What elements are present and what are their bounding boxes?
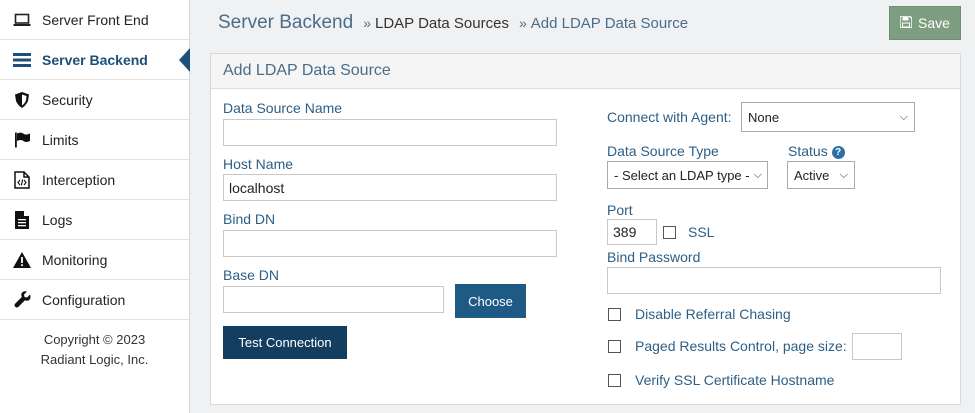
choose-button[interactable]: Choose [455,284,526,318]
base-dn-input[interactable] [223,286,444,313]
sidebar-item-label: Server Front End [42,11,149,28]
save-button[interactable]: Save [889,6,961,40]
sidebar-item-security[interactable]: Security [0,80,189,120]
data-source-type-value: - Select an LDAP type - [614,167,750,183]
wrench-icon [12,290,32,310]
breadcrumb: Server Backend » LDAP Data Sources » Add… [218,12,688,34]
base-dn-label: Base DN [223,267,280,283]
copyright-line: Copyright © 2023 [43,332,146,347]
laptop-icon [12,10,32,30]
status-label-text: Status [788,143,828,159]
paged-results-label: Paged Results Control, page size: [635,338,847,354]
sidebar-item-server-backend[interactable]: Server Backend [0,40,190,80]
floppy-disk-icon [899,15,913,31]
shield-icon [12,90,32,110]
bind-dn-input[interactable] [223,230,557,257]
help-icon[interactable]: ? [831,145,845,159]
sidebar-item-monitoring[interactable]: Monitoring [0,240,189,280]
sidebar-item-label: Security [42,91,93,108]
connect-agent-value: None [748,109,780,125]
copyright-company: Radiant Logic, Inc. [40,352,149,367]
copyright: Copyright © 2023 Radiant Logic, Inc. [0,320,189,370]
connect-agent-label: Connect with Agent: [607,109,732,125]
ssl-label: SSL [688,224,715,240]
panel-title: Add LDAP Data Source [211,54,960,89]
breadcrumb-separator: » [363,15,371,31]
data-source-type-label: Data Source Type [607,143,719,159]
verify-ssl-label: Verify SSL Certificate Hostname [635,372,835,388]
paged-results-checkbox[interactable] [608,340,621,353]
sidebar-item-label: Interception [42,171,116,188]
status-value: Active [794,167,830,183]
status-select[interactable]: Active ⌵ [787,161,855,189]
test-connection-button[interactable]: Test Connection [223,326,347,359]
disable-referral-checkbox[interactable] [608,308,621,321]
chevron-down-icon: ⌵ [899,110,908,123]
sidebar-item-label: Server Backend [42,51,148,68]
ssl-checkbox[interactable] [663,226,676,239]
code-file-icon [12,170,32,190]
flag-icon [12,130,32,150]
sidebar-item-label: Limits [42,131,79,148]
data-source-name-label: Data Source Name [223,100,343,116]
sidebar-item-interception[interactable]: Interception [0,160,189,200]
bind-password-label: Bind Password [607,249,701,265]
bind-dn-label: Bind DN [223,211,276,227]
breadcrumb-separator: » [518,15,527,31]
port-input[interactable] [607,219,657,245]
document-icon [12,210,32,230]
sidebar-item-limits[interactable]: Limits [0,120,189,160]
chevron-down-icon: ⌵ [839,168,848,181]
save-label: Save [918,15,950,31]
sidebar-item-label: Configuration [42,291,126,308]
breadcrumb-root[interactable]: Server Backend [218,12,353,34]
connect-agent-select[interactable]: None ⌵ [741,102,915,132]
warning-icon [12,250,32,270]
server-icon [12,50,32,70]
host-name-input[interactable] [223,174,557,201]
sidebar: Server Front End Server Backend Security… [0,0,190,413]
bind-password-input[interactable] [607,267,941,294]
sidebar-item-configuration[interactable]: Configuration [0,280,189,320]
port-label: Port [607,202,633,218]
data-source-name-input[interactable] [223,119,557,146]
sidebar-item-server-front-end[interactable]: Server Front End [0,0,189,40]
sidebar-item-logs[interactable]: Logs [0,200,189,240]
breadcrumb-current: Add LDAP Data Source [530,15,689,32]
breadcrumb-ldap-data-sources[interactable]: LDAP Data Sources [375,15,509,32]
sidebar-item-label: Logs [42,211,73,228]
verify-ssl-checkbox[interactable] [608,374,621,387]
page-size-input[interactable] [852,333,902,360]
chevron-down-icon: ⌵ [753,168,762,181]
sidebar-item-label: Monitoring [42,251,108,268]
data-source-type-select[interactable]: - Select an LDAP type - ⌵ [607,161,768,189]
disable-referral-label: Disable Referral Chasing [635,306,791,322]
status-label: Status? [788,143,845,159]
add-ldap-data-source-panel: Add LDAP Data Source Data Source Name Ho… [210,53,961,405]
host-name-label: Host Name [223,156,294,172]
